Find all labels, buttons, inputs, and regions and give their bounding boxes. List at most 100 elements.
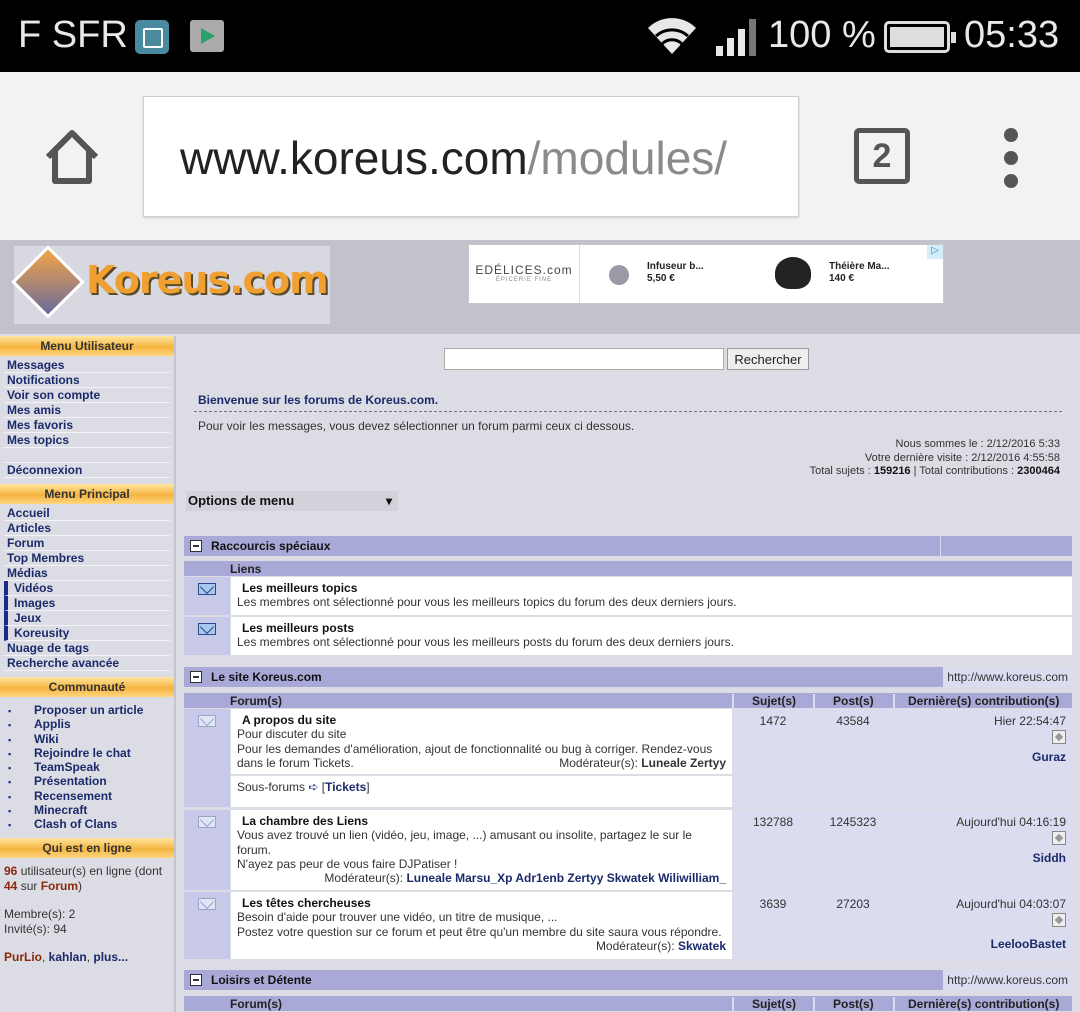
ad-item-1[interactable]: Infuseur b... 5,50 € bbox=[647, 261, 704, 285]
forum-title[interactable]: Les meilleurs posts bbox=[237, 621, 1066, 635]
menu-item-advanced-search[interactable]: Recherche avancée bbox=[4, 656, 170, 671]
last-post[interactable]: Aujourd'hui 04:16:19 Siddh bbox=[894, 810, 1072, 890]
community-item[interactable]: Clash of Clans bbox=[8, 817, 174, 831]
table-header: Forum(s) Sujet(s) Post(s) Dernière(s) co… bbox=[184, 996, 1072, 1012]
overflow-menu-icon[interactable] bbox=[996, 128, 1026, 188]
menu-main: Accueil Articles Forum Top Membres Média… bbox=[0, 504, 174, 677]
menu-item-logout[interactable]: Déconnexion bbox=[4, 463, 170, 478]
community-item[interactable]: Rejoindre le chat bbox=[8, 746, 174, 760]
menu-item-articles[interactable]: Articles bbox=[4, 521, 170, 536]
home-icon[interactable] bbox=[42, 127, 102, 187]
wifi-icon bbox=[648, 18, 696, 54]
collapse-icon[interactable] bbox=[190, 671, 202, 683]
search-input[interactable] bbox=[444, 348, 724, 370]
forum-title[interactable]: Les têtes chercheuses bbox=[237, 896, 726, 910]
infuser-image bbox=[609, 265, 629, 285]
menu-item-media[interactable]: Médias bbox=[4, 566, 170, 581]
table-row[interactable]: Les têtes chercheuses Besoin d'aide pour… bbox=[184, 892, 1072, 959]
moderators[interactable]: Luneale Marsu_Xp Adr1enb Zertyy Skwatek … bbox=[406, 871, 726, 885]
menu-item-favorites[interactable]: Mes favoris bbox=[4, 418, 170, 433]
welcome-text: Bienvenue sur les forums de Koreus.com. bbox=[198, 393, 439, 407]
menu-item-messages[interactable]: Messages bbox=[4, 358, 170, 373]
forum-title[interactable]: La chambre des Liens bbox=[237, 814, 726, 828]
online-user[interactable]: kahlan bbox=[49, 950, 87, 964]
forum-title[interactable]: A propos du site bbox=[237, 713, 726, 727]
site-header: Koreus.com EDÉLICES.com ÉPICERIE FINE Inf… bbox=[0, 240, 1080, 334]
topic-count: 1472 bbox=[734, 709, 812, 807]
menu-item-forum[interactable]: Forum bbox=[4, 536, 170, 551]
menu-item-topics[interactable]: Mes topics bbox=[4, 433, 170, 448]
category-header: Loisirs et Détente http://www.koreus.com bbox=[184, 970, 1072, 990]
gallery-icon bbox=[135, 20, 169, 54]
community-item[interactable]: Recensement bbox=[8, 789, 174, 803]
menu-item-images[interactable]: Images bbox=[4, 596, 170, 611]
community-item[interactable]: Proposer un article bbox=[8, 703, 174, 717]
menu-item-tag-cloud[interactable]: Nuage de tags bbox=[4, 641, 170, 656]
community-item[interactable]: Wiki bbox=[8, 732, 174, 746]
menu-item-notifications[interactable]: Notifications bbox=[4, 373, 170, 388]
category-url[interactable]: http://www.koreus.com bbox=[943, 970, 1072, 990]
category-title: Loisirs et Détente bbox=[211, 973, 312, 987]
last-post[interactable]: Hier 22:54:47 Guraz bbox=[894, 709, 1072, 807]
online-members: Membre(s): 2 bbox=[4, 906, 76, 921]
battery-percent: 100 % bbox=[768, 14, 876, 56]
ad-brand: EDÉLICES.com ÉPICERIE FINE bbox=[469, 245, 580, 303]
options-dropdown[interactable]: Options de menu bbox=[186, 491, 398, 511]
table-row[interactable]: A propos du site Pour discuter du site P… bbox=[184, 709, 1072, 807]
menu-item-top-members[interactable]: Top Membres bbox=[4, 551, 170, 566]
last-post[interactable]: Aujourd'hui 04:03:07 LeelooBastet bbox=[894, 892, 1072, 959]
moderators[interactable]: Luneale Zertyy bbox=[641, 756, 726, 770]
menu-item-koreusity[interactable]: Koreusity bbox=[4, 626, 170, 641]
envelope-icon bbox=[198, 583, 216, 595]
table-row[interactable]: Les meilleurs topics Les membres ont sél… bbox=[184, 577, 1072, 615]
clock: 05:33 bbox=[964, 14, 1060, 56]
category-header: Le site Koreus.com http://www.koreus.com bbox=[184, 667, 1072, 687]
subforum-link[interactable]: Tickets bbox=[325, 780, 366, 794]
community-item[interactable]: Minecraft bbox=[8, 803, 174, 817]
search-button[interactable]: Rechercher bbox=[727, 348, 809, 370]
menu-user: Messages Notifications Voir son compte M… bbox=[0, 356, 174, 484]
post-count: 1245323 bbox=[814, 810, 892, 890]
table-row[interactable]: Les meilleurs posts Les membres ont séle… bbox=[184, 617, 1072, 655]
category-url[interactable]: http://www.koreus.com bbox=[943, 667, 1072, 687]
menu-item-videos[interactable]: Vidéos bbox=[4, 581, 170, 596]
menu-spacer bbox=[4, 448, 170, 463]
community-item[interactable]: Applis bbox=[8, 717, 174, 731]
ad-choices-icon[interactable]: ▷ bbox=[927, 245, 943, 259]
tab-switcher-button[interactable]: 2 bbox=[854, 128, 910, 184]
ad-banner[interactable]: EDÉLICES.com ÉPICERIE FINE Infuseur b... 5… bbox=[468, 244, 944, 304]
ad-item-2[interactable]: Théière Ma... 140 € bbox=[829, 261, 890, 285]
forum-stats: Nous sommes le : 2/12/2016 5:33 Votre de… bbox=[809, 438, 1060, 477]
online-user[interactable]: PurLio bbox=[4, 950, 42, 964]
forum-title[interactable]: Les meilleurs topics bbox=[237, 581, 1066, 595]
envelope-icon bbox=[198, 715, 216, 727]
last-post-icon[interactable] bbox=[1052, 730, 1066, 745]
battery-icon bbox=[884, 21, 956, 53]
address-bar[interactable]: www.koreus.com/modules/ bbox=[143, 96, 799, 217]
last-post-icon[interactable] bbox=[1052, 831, 1066, 846]
community-list: Proposer un article Applis Wiki Rejoindr… bbox=[0, 697, 174, 838]
menu-item-friends[interactable]: Mes amis bbox=[4, 403, 170, 418]
topic-count: 132788 bbox=[734, 810, 812, 890]
category-title: Le site Koreus.com bbox=[211, 670, 322, 684]
instructions-text: Pour voir les messages, vous devez sélec… bbox=[198, 419, 635, 433]
online-forum-link[interactable]: Forum bbox=[41, 879, 78, 893]
signal-icon bbox=[716, 19, 756, 56]
online-more-link[interactable]: plus... bbox=[93, 950, 128, 964]
community-item[interactable]: Présentation bbox=[8, 774, 174, 788]
site-logo[interactable]: Koreus.com bbox=[11, 245, 330, 324]
browser-toolbar: www.koreus.com/modules/ 2 bbox=[0, 72, 1080, 240]
collapse-icon[interactable] bbox=[190, 540, 202, 552]
menu-item-home[interactable]: Accueil bbox=[4, 506, 170, 521]
moderators[interactable]: Skwatek bbox=[678, 939, 726, 953]
last-post-icon[interactable] bbox=[1052, 913, 1066, 928]
menu-item-games[interactable]: Jeux bbox=[4, 611, 170, 626]
web-page: Koreus.com EDÉLICES.com ÉPICERIE FINE Inf… bbox=[0, 240, 1080, 1012]
collapse-icon[interactable] bbox=[190, 974, 202, 986]
menu-item-account[interactable]: Voir son compte bbox=[4, 388, 170, 403]
menu-main-title: Menu Principal bbox=[0, 484, 174, 504]
table-row[interactable]: La chambre des Liens Vous avez trouvé un… bbox=[184, 810, 1072, 890]
category-title: Raccourcis spéciaux bbox=[211, 539, 331, 553]
community-item[interactable]: TeamSpeak bbox=[8, 760, 174, 774]
url-host: www.koreus.com bbox=[180, 132, 528, 184]
